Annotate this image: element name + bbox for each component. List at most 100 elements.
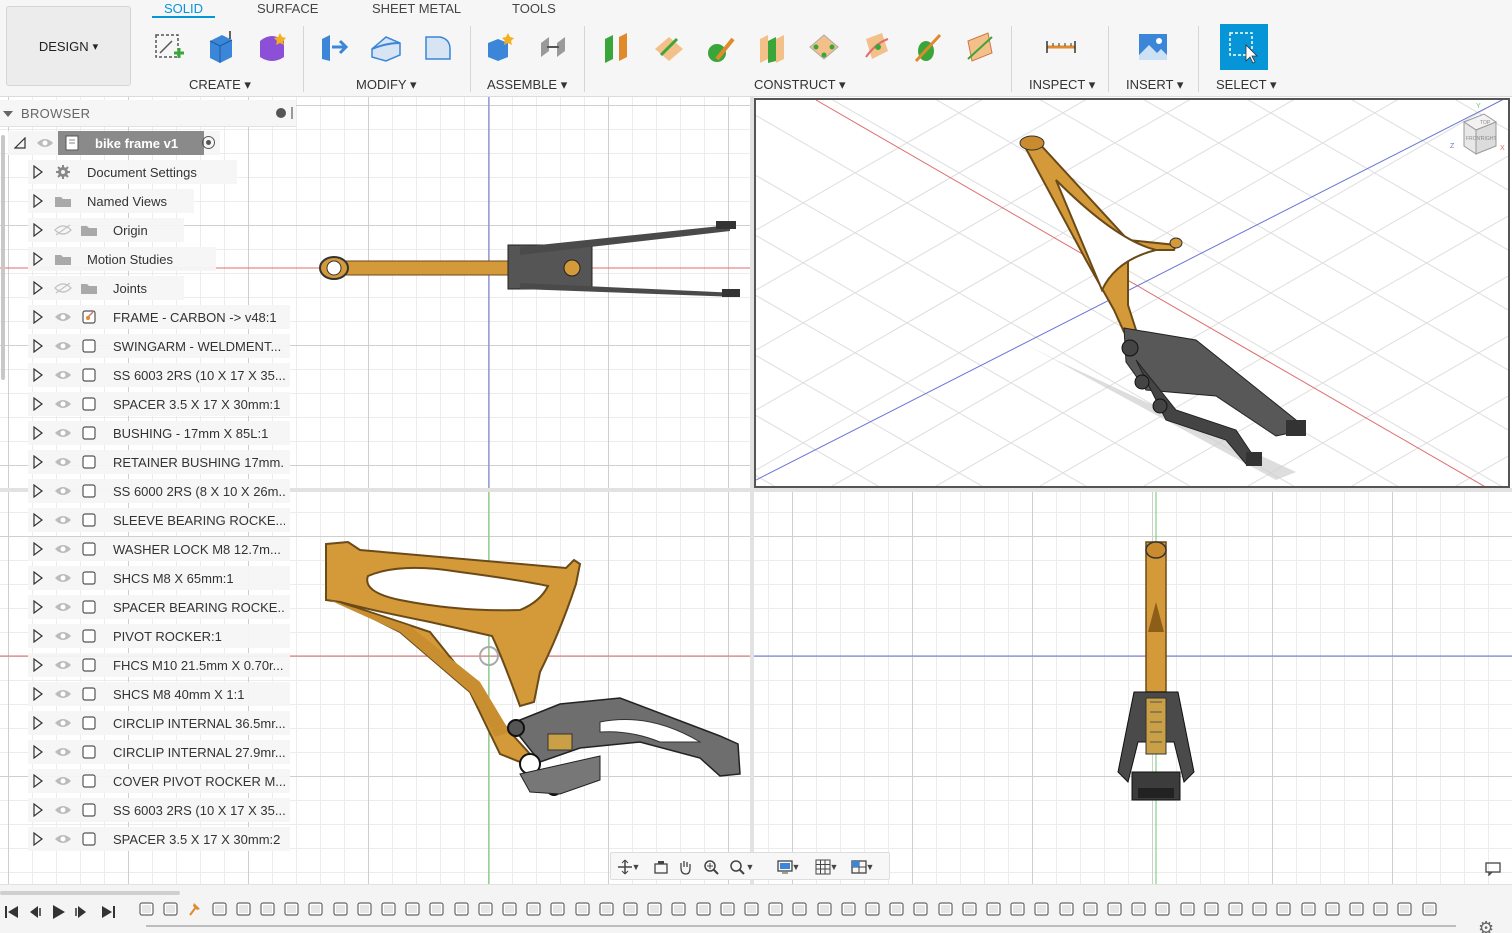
zoom-icon[interactable] (701, 857, 721, 877)
timeline-component-icon[interactable] (332, 901, 350, 917)
timeline-component-icon[interactable] (1203, 901, 1221, 917)
chevron-down-icon[interactable]: ▼ (791, 857, 801, 877)
extrude-button[interactable] (200, 27, 240, 67)
timeline-component-icon[interactable] (598, 901, 616, 917)
browser-toggle-icon[interactable] (3, 111, 13, 117)
viewcube-right-label[interactable]: RIGHT (1481, 136, 1497, 142)
timeline-component-icon[interactable] (1082, 901, 1100, 917)
play-icon[interactable] (50, 904, 66, 920)
plane-along-path-button[interactable] (856, 27, 896, 67)
group-modify[interactable]: MODIFY ▾ (356, 77, 416, 93)
timeline-component-icon[interactable] (1251, 901, 1269, 917)
expand-triangle-icon[interactable] (32, 281, 44, 295)
group-assemble[interactable]: ASSEMBLE ▾ (487, 77, 567, 93)
tab-solid[interactable]: SOLID (152, 1, 216, 18)
create-sketch-button[interactable] (148, 27, 188, 67)
expand-triangle-icon[interactable] (32, 310, 44, 324)
step-forward-icon[interactable] (74, 904, 90, 920)
eye-icon[interactable] (54, 340, 72, 352)
expand-triangle-icon[interactable] (32, 339, 44, 353)
browser-item[interactable]: SPACER BEARING ROCKE... (28, 595, 290, 619)
browser-item[interactable]: SS 6000 2RS (8 X 10 X 26m... (28, 479, 290, 503)
timeline-component-icon[interactable] (1106, 901, 1124, 917)
new-component-button[interactable] (480, 27, 520, 67)
eye-icon[interactable] (54, 630, 72, 642)
timeline-component-icon[interactable] (477, 901, 495, 917)
viewcube-top-label[interactable]: TOP (1480, 120, 1491, 126)
timeline-component-icon[interactable] (1130, 901, 1148, 917)
timeline-component-icon[interactable] (1227, 901, 1245, 917)
step-back-icon[interactable] (26, 904, 42, 920)
timeline-component-icon[interactable] (1300, 901, 1318, 917)
timeline-component-icon[interactable] (259, 901, 277, 917)
gear-icon[interactable]: ⚙ (1478, 918, 1494, 933)
eye-icon[interactable] (54, 688, 72, 700)
tab-sheet-metal[interactable]: SHEET METAL (372, 1, 461, 16)
fillet-button[interactable] (366, 27, 406, 67)
browser-item[interactable]: Document Settings (28, 160, 238, 184)
expand-triangle-icon[interactable] (32, 600, 44, 614)
tangent-plane-button[interactable] (701, 27, 741, 67)
axis-through-edge-button[interactable] (960, 27, 1000, 67)
joint-button[interactable] (533, 27, 573, 67)
timeline-component-icon[interactable] (1324, 901, 1342, 917)
timeline-component-icon[interactable] (670, 901, 688, 917)
eye-icon[interactable] (54, 833, 72, 845)
press-pull-button[interactable] (314, 27, 354, 67)
timeline-component-icon[interactable] (574, 901, 592, 917)
timeline-component-icon[interactable] (1275, 901, 1293, 917)
expand-triangle-icon[interactable] (32, 629, 44, 643)
browser-item[interactable]: SHCS M8 40mm X 1:1 (28, 682, 290, 706)
timeline-component-icon[interactable] (1179, 901, 1197, 917)
go-to-start-icon[interactable] (4, 904, 20, 920)
browser-item[interactable]: CIRCLIP INTERNAL 36.5mr... (28, 711, 290, 735)
timeline-joint-icon[interactable] (186, 901, 204, 917)
eye-icon[interactable] (54, 543, 72, 555)
offset-plane-button[interactable] (597, 27, 637, 67)
eye-hidden-icon[interactable] (54, 282, 72, 294)
eye-icon[interactable] (54, 717, 72, 729)
timeline-scrollbar[interactable] (0, 891, 180, 895)
timeline-component-icon[interactable] (719, 901, 737, 917)
timeline-component-icon[interactable] (1033, 901, 1051, 917)
timeline-component-icon[interactable] (1396, 901, 1414, 917)
midplane-button[interactable] (752, 27, 792, 67)
timeline-component-icon[interactable] (525, 901, 543, 917)
expand-triangle-icon[interactable] (32, 745, 44, 759)
timeline-component-icon[interactable] (791, 901, 809, 917)
go-to-end-icon[interactable] (100, 904, 116, 920)
expand-triangle-icon[interactable] (32, 513, 44, 527)
create-form-button[interactable] (252, 27, 292, 67)
tab-tools[interactable]: TOOLS (512, 1, 556, 16)
browser-item[interactable]: SS 6003 2RS (10 X 17 X 35... (28, 798, 290, 822)
browser-item[interactable]: SWINGARM - WELDMENT... (28, 334, 290, 358)
timeline-component-icon[interactable] (1372, 901, 1390, 917)
eye-icon[interactable] (54, 398, 72, 410)
timeline-component-icon[interactable] (380, 901, 398, 917)
timeline-component-icon[interactable] (767, 901, 785, 917)
browser-pin-icon[interactable] (291, 107, 293, 119)
viewport-right[interactable] (754, 492, 1512, 884)
browser-item[interactable]: SHCS M8 X 65mm:1 (28, 566, 290, 590)
browser-item[interactable]: COVER PIVOT ROCKER M... (28, 769, 290, 793)
tab-surface[interactable]: SURFACE (257, 1, 318, 16)
measure-button[interactable] (1041, 27, 1081, 67)
chevron-down-icon[interactable]: ▼ (829, 857, 839, 877)
timeline-component-icon[interactable] (211, 901, 229, 917)
expand-triangle-icon[interactable] (32, 223, 44, 237)
eye-icon[interactable] (36, 137, 54, 149)
timeline-component-icon[interactable] (1058, 901, 1076, 917)
timeline-component-icon[interactable] (283, 901, 301, 917)
timeline-component-icon[interactable] (404, 901, 422, 917)
expand-triangle-icon[interactable] (32, 426, 44, 440)
eye-icon[interactable] (54, 601, 72, 613)
expand-triangle-icon[interactable] (32, 716, 44, 730)
eye-icon[interactable] (54, 485, 72, 497)
timeline-component-icon[interactable] (1348, 901, 1366, 917)
expand-triangle-icon[interactable] (32, 368, 44, 382)
browser-item[interactable]: Motion Studies (28, 247, 216, 271)
timeline-component-icon[interactable] (428, 901, 446, 917)
timeline-component-icon[interactable] (864, 901, 882, 917)
timeline-component-icon[interactable] (912, 901, 930, 917)
timeline-component-icon[interactable] (937, 901, 955, 917)
